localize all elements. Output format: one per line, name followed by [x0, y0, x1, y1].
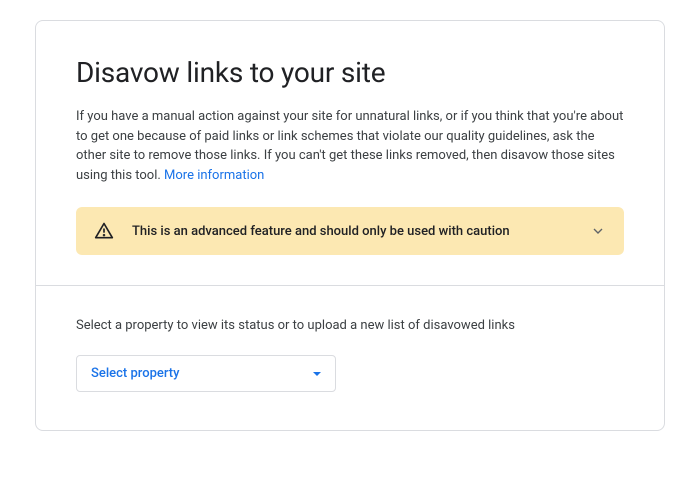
warning-triangle-icon: [94, 221, 114, 241]
chevron-down-icon: [590, 223, 606, 239]
select-property-label: Select property: [91, 366, 179, 381]
select-property-dropdown[interactable]: Select property: [76, 355, 336, 392]
card-upper: Disavow links to your site If you have a…: [36, 21, 664, 285]
description-text: If you have a manual action against your…: [76, 109, 623, 183]
disavow-card: Disavow links to your site If you have a…: [35, 20, 665, 431]
property-instruction: Select a property to view its status or …: [76, 318, 624, 333]
warning-text: This is an advanced feature and should o…: [132, 224, 572, 239]
warning-banner[interactable]: This is an advanced feature and should o…: [76, 207, 624, 255]
property-section: Select a property to view its status or …: [36, 286, 664, 430]
more-information-link[interactable]: More information: [164, 168, 264, 183]
page-description: If you have a manual action against your…: [76, 107, 624, 185]
page-title: Disavow links to your site: [76, 56, 624, 89]
dropdown-arrow-icon: [313, 372, 321, 376]
